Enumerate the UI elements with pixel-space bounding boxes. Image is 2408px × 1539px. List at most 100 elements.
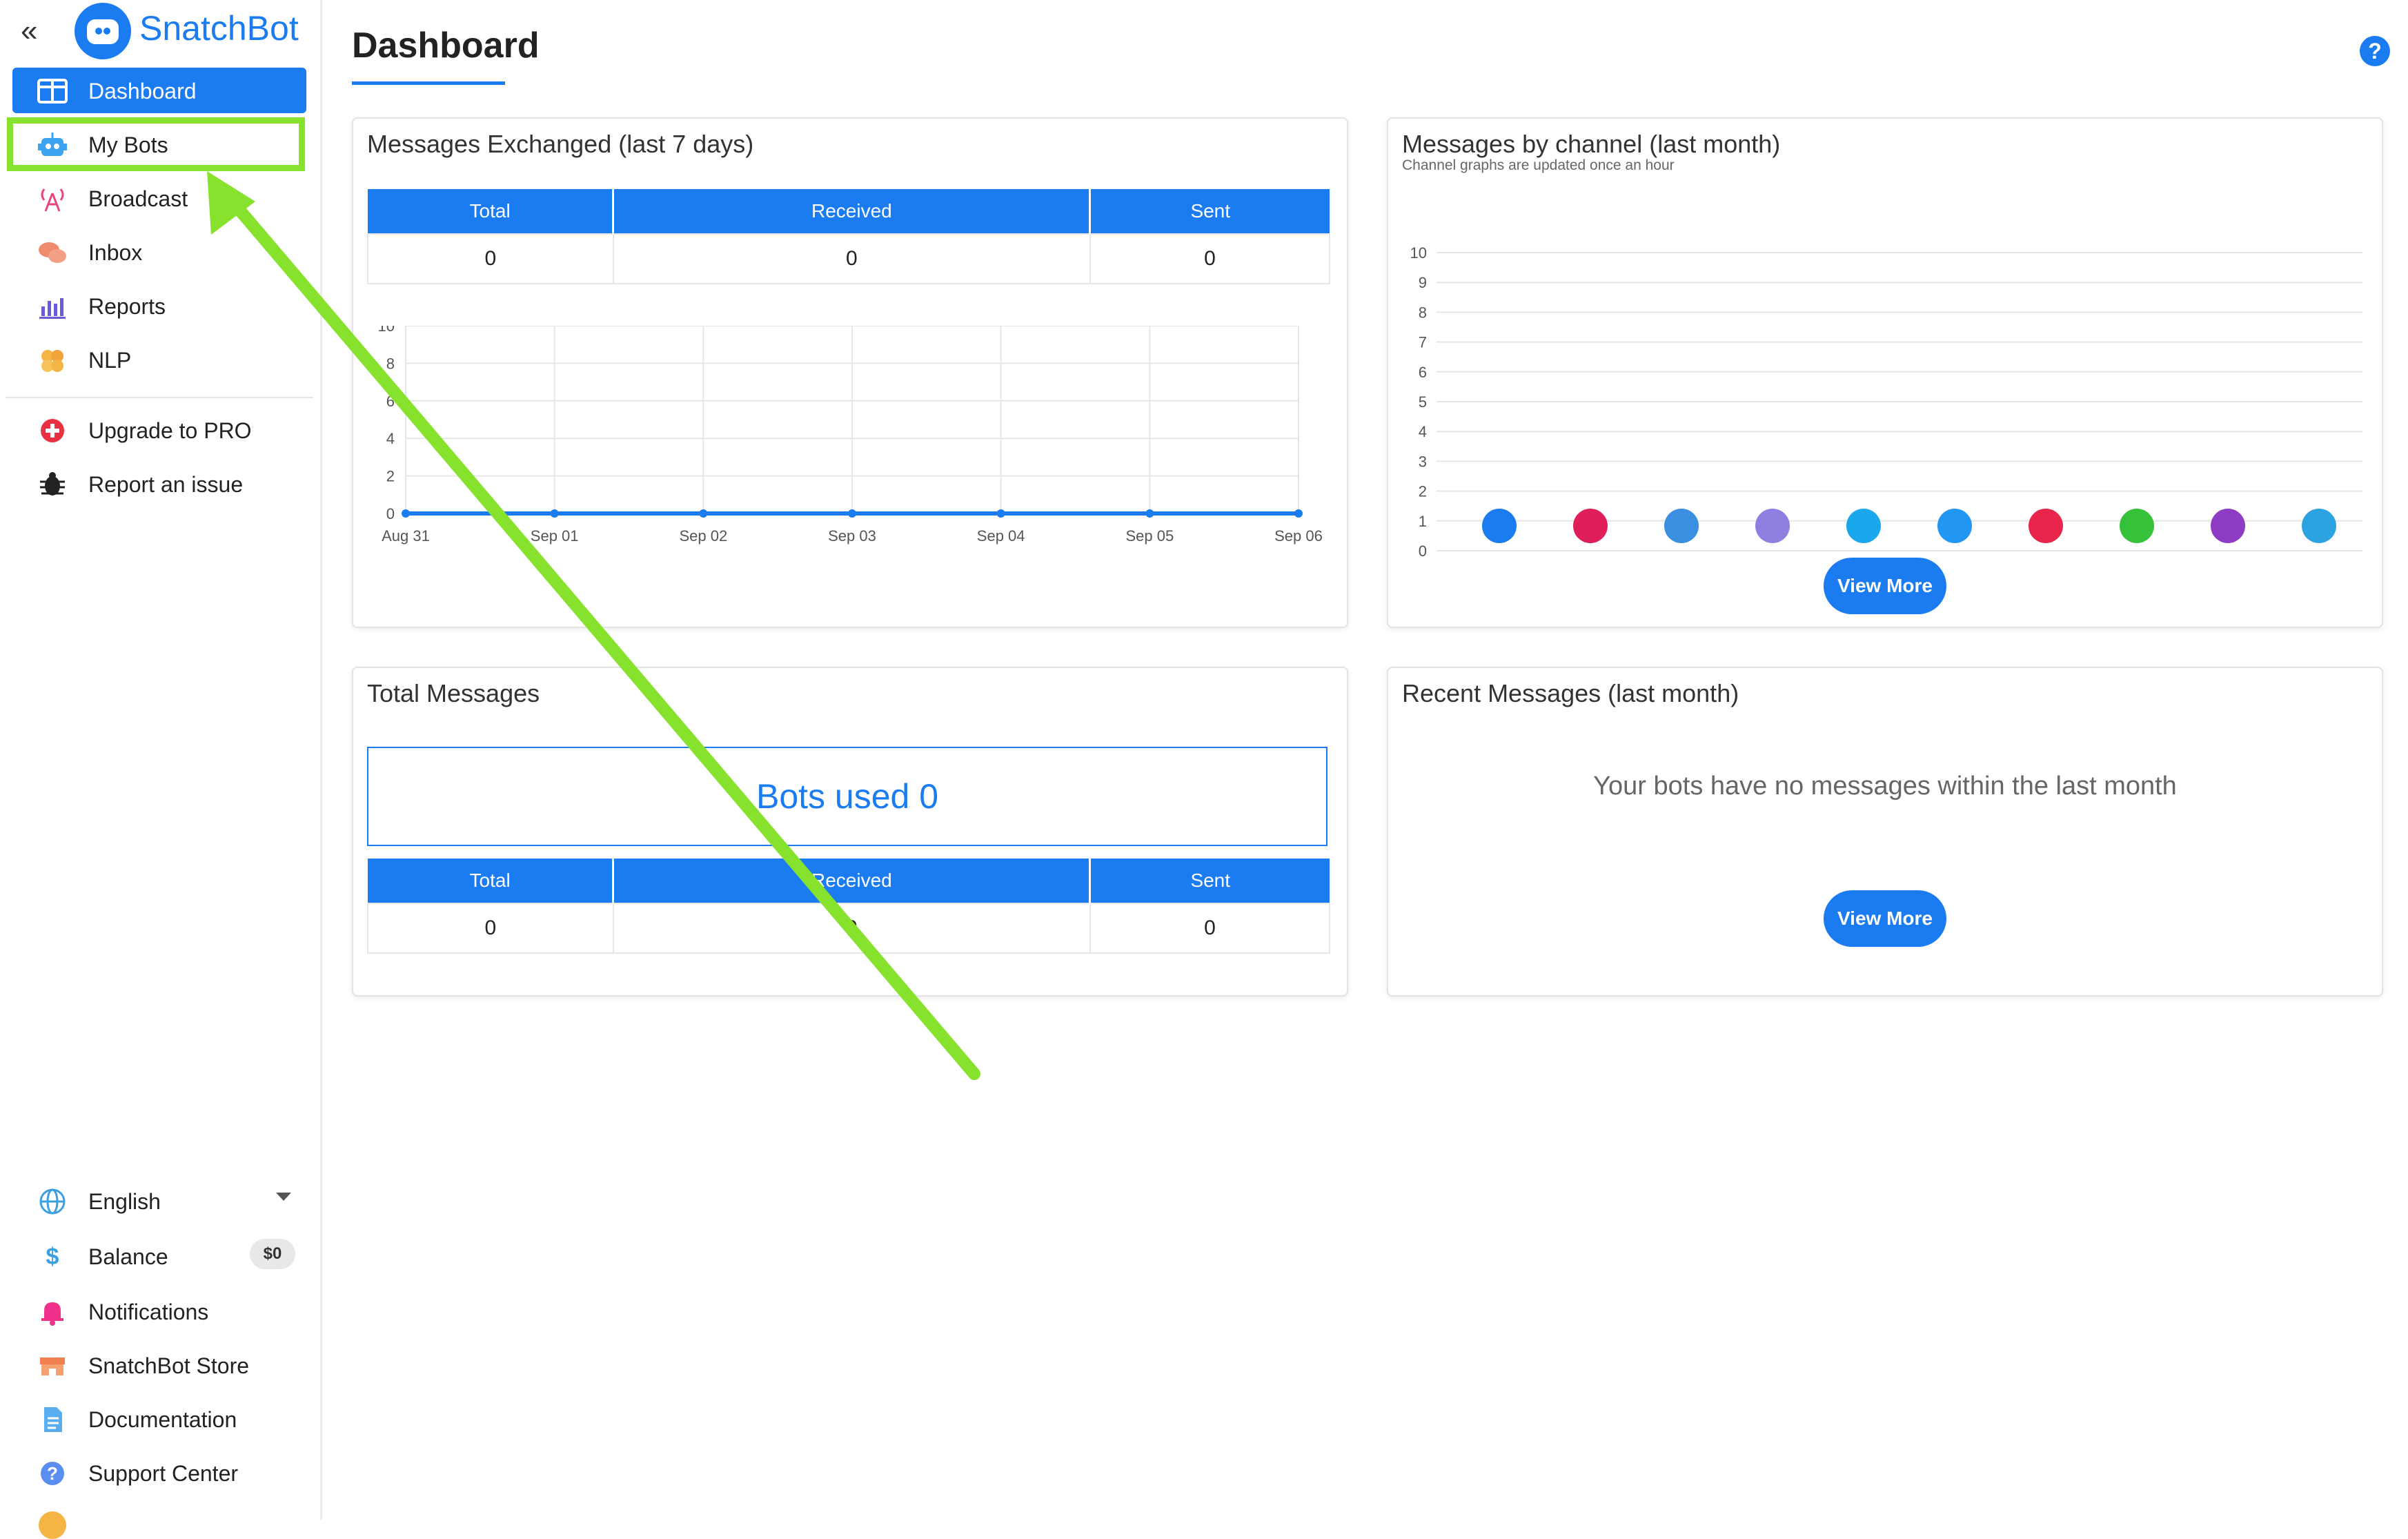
bar-chart-icon bbox=[37, 293, 68, 320]
store-icon bbox=[37, 1352, 68, 1380]
nlp-icon bbox=[37, 346, 68, 374]
data-point bbox=[1145, 509, 1154, 518]
bug-icon bbox=[37, 471, 68, 498]
table-cell: 0 bbox=[612, 903, 1091, 954]
data-point bbox=[1294, 509, 1303, 518]
y-tick-label: 8 bbox=[1419, 304, 1427, 321]
total-messages-table: Total Received Sent 0 0 0 bbox=[367, 859, 1331, 954]
data-point bbox=[699, 509, 708, 518]
dollar-icon: $ bbox=[46, 1244, 59, 1270]
x-tick-label: Sep 03 bbox=[828, 527, 876, 545]
recent-messages-card: Recent Messages (last month) Your bots h… bbox=[1387, 667, 2383, 997]
page-title: Dashboard bbox=[352, 26, 540, 66]
app-name: SnatchBot bbox=[139, 9, 299, 48]
y-tick-label: 2 bbox=[1419, 483, 1427, 500]
cloud-icon bbox=[1664, 509, 1699, 543]
column-header: Received bbox=[613, 189, 1092, 234]
column-header: Sent bbox=[1089, 189, 1330, 234]
bell-icon bbox=[37, 1298, 68, 1326]
table-cell: 0 bbox=[612, 233, 1091, 284]
y-tick-label: 0 bbox=[386, 505, 395, 522]
messages-by-channel-card: Messages by channel (last month) Channel… bbox=[1387, 117, 2383, 628]
x-tick-label: Aug 31 bbox=[382, 527, 430, 545]
view-more-button[interactable]: View More bbox=[1824, 558, 1946, 614]
slack-icon bbox=[1573, 509, 1608, 543]
total-messages-card: Total Messages Bots used 0 Total Receive… bbox=[352, 667, 1348, 997]
card-title: Messages by channel (last month) bbox=[1402, 130, 1781, 158]
email-icon bbox=[1755, 509, 1790, 543]
channel-icons bbox=[1388, 509, 2382, 550]
y-tick-label: 8 bbox=[386, 355, 395, 372]
column-header: Received bbox=[613, 859, 1092, 903]
x-tick-label: Sep 04 bbox=[977, 527, 1025, 545]
sidebar: « SnatchBot Dashboard My Bots Broadcast … bbox=[0, 0, 322, 1539]
card-subtitle: Channel graphs are updated once an hour bbox=[1402, 157, 1675, 173]
twilio-icon bbox=[2029, 509, 2063, 543]
sidebar-item-report-issue[interactable]: Report an issue bbox=[12, 461, 306, 507]
y-tick-label: 9 bbox=[1419, 274, 1427, 291]
messages-exchanged-card: Messages Exchanged (last 7 days) Total R… bbox=[352, 117, 1348, 628]
sidebar-item-language[interactable]: English bbox=[12, 1178, 306, 1224]
sidebar-item-label: NLP bbox=[88, 348, 132, 373]
y-tick-label: 4 bbox=[1419, 423, 1427, 440]
chevron-down-icon[interactable] bbox=[276, 1193, 291, 1201]
sidebar-item-documentation[interactable]: Documentation bbox=[12, 1396, 306, 1442]
y-tick-label: 2 bbox=[386, 468, 395, 485]
sidebar-item-upgrade[interactable]: Upgrade to PRO bbox=[12, 407, 306, 453]
table-cell: 0 bbox=[367, 233, 614, 284]
help-icon[interactable]: ? bbox=[2360, 36, 2390, 66]
broadcast-icon bbox=[37, 185, 68, 213]
title-underline bbox=[352, 81, 505, 85]
sidebar-item-label: Documentation bbox=[88, 1407, 237, 1432]
data-point bbox=[996, 509, 1005, 518]
table-cell: 0 bbox=[367, 903, 614, 954]
question-icon: ? bbox=[37, 1460, 68, 1487]
sidebar-item-inbox[interactable]: Inbox bbox=[12, 229, 306, 275]
line-icon bbox=[2120, 509, 2154, 543]
highlight-box bbox=[7, 117, 305, 171]
sidebar-item-label: Broadcast bbox=[88, 186, 188, 211]
column-header: Total bbox=[368, 859, 615, 903]
y-tick-label: 10 bbox=[378, 326, 395, 335]
user-avatar[interactable] bbox=[39, 1511, 66, 1539]
y-tick-label: 6 bbox=[1419, 364, 1427, 381]
view-more-button[interactable]: View More bbox=[1824, 890, 1946, 947]
data-point bbox=[848, 509, 856, 518]
sidebar-item-notifications[interactable]: Notifications bbox=[12, 1288, 306, 1334]
sidebar-item-label: Dashboard bbox=[88, 79, 197, 104]
sidebar-item-support[interactable]: ? Support Center bbox=[12, 1450, 306, 1496]
sidebar-item-label: Report an issue bbox=[88, 472, 244, 497]
sidebar-item-label: Inbox bbox=[88, 240, 143, 265]
sidebar-item-label: Reports bbox=[88, 294, 166, 319]
x-tick-label: Sep 05 bbox=[1125, 527, 1174, 545]
sidebar-item-broadcast[interactable]: Broadcast bbox=[12, 175, 306, 221]
messages-exchanged-table: Total Received Sent 0 0 0 bbox=[367, 189, 1331, 284]
sidebar-item-reports[interactable]: Reports bbox=[12, 283, 306, 329]
x-tick-label: Sep 02 bbox=[679, 527, 727, 545]
sidebar-item-dashboard[interactable]: Dashboard bbox=[12, 68, 306, 113]
table-row: 0 0 0 bbox=[367, 903, 1331, 954]
messenger-icon bbox=[1482, 509, 1517, 543]
sidebar-item-label: English bbox=[88, 1189, 161, 1214]
telegram-icon bbox=[2302, 509, 2336, 543]
sidebar-divider bbox=[6, 397, 313, 398]
y-tick-label: 3 bbox=[1419, 453, 1427, 470]
document-icon bbox=[37, 1406, 68, 1433]
data-point bbox=[550, 509, 559, 518]
sidebar-item-nlp[interactable]: NLP bbox=[12, 337, 306, 382]
sidebar-item-label: SnatchBot Store bbox=[88, 1353, 250, 1378]
y-tick-label: 5 bbox=[1419, 393, 1427, 411]
dashboard-icon bbox=[37, 77, 68, 105]
card-title: Messages Exchanged (last 7 days) bbox=[367, 130, 754, 158]
sidebar-item-store[interactable]: SnatchBot Store bbox=[12, 1342, 306, 1388]
sidebar-item-label: Balance bbox=[88, 1244, 168, 1269]
y-tick-label: 10 bbox=[1410, 244, 1427, 262]
svg-text:?: ? bbox=[47, 1463, 58, 1484]
x-tick-label: Sep 01 bbox=[531, 527, 579, 545]
data-point bbox=[402, 509, 410, 518]
balance-badge: $0 bbox=[250, 1239, 295, 1269]
table-cell: 0 bbox=[1089, 233, 1331, 284]
empty-state-text: Your bots have no messages within the la… bbox=[1593, 772, 2177, 801]
globe-icon bbox=[37, 1188, 68, 1215]
collapse-sidebar-icon[interactable]: « bbox=[21, 14, 37, 48]
